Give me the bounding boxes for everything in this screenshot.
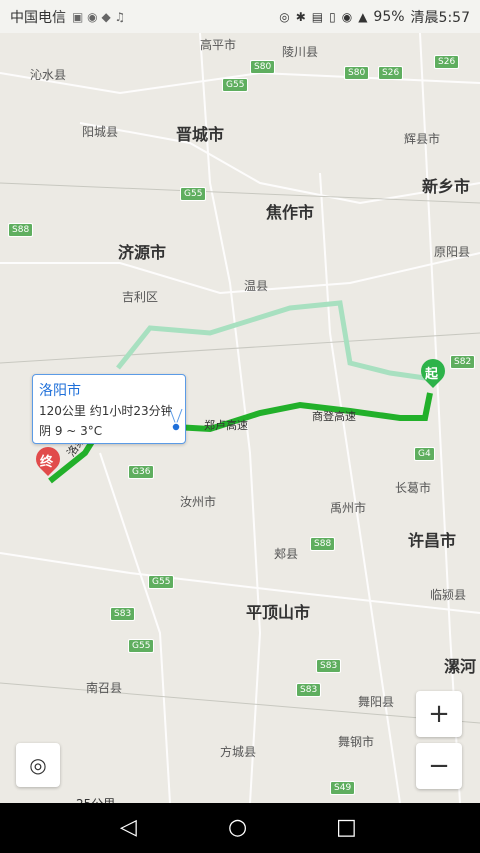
highway-shield: G55 (148, 575, 175, 589)
end-marker-label: 终 (40, 455, 54, 470)
highway-shield: S83 (110, 607, 136, 621)
map-label: 新乡市 (422, 177, 471, 196)
nfc-icon: ▤ (311, 10, 324, 24)
highway-shield: S26 (434, 55, 460, 69)
status-bar: 中国电信 ▣ ◉ ◆ ♫ ◎ ✱ ▤ ▯ ◉ ▲ 95% 清晨5:57 (0, 0, 480, 33)
map-label: 吉利区 (122, 290, 159, 304)
signal-icon: ▲ (358, 10, 368, 24)
map-label: 原阳县 (434, 245, 471, 259)
map-label: 陵川县 (282, 45, 319, 59)
map-label: 晋城市 (176, 125, 225, 144)
time-label: 清晨5:57 (410, 10, 470, 26)
map-label: 高平市 (200, 38, 237, 52)
map-label: 禹州市 (330, 501, 367, 515)
route-info-callout[interactable]: 洛阳市 120公里 约1小时23分钟 阴 9 ~ 3°C (32, 374, 186, 444)
highway-shield: S80 (250, 60, 276, 74)
battery-label: 95% (373, 9, 405, 25)
map-label: 许昌市 (408, 531, 457, 550)
map-label: 舞阳县 (358, 695, 395, 709)
map-canvas[interactable]: 高平市 陵川县 沁水县 阳城县 晋城市 辉县市 新乡市 焦作市 济源市 原阳县 … (0, 33, 480, 813)
start-marker-label: 起 (425, 367, 439, 382)
map-label: 长葛市 (395, 481, 432, 495)
map-label: 舞钢市 (338, 735, 375, 749)
map-label: 汝州市 (180, 495, 217, 509)
highway-shield: S49 (330, 781, 356, 795)
map-label: 辉县市 (404, 132, 441, 146)
highway-shield: S26 (378, 66, 404, 80)
road-label-zhenglu: 郑卢高速 (204, 419, 248, 432)
map-label: 温县 (244, 279, 269, 293)
map-label: 沁水县 (30, 68, 67, 82)
map-label: 郏县 (274, 547, 299, 561)
highway-shield: S83 (296, 683, 322, 697)
map-label: 济源市 (118, 243, 167, 262)
home-icon[interactable]: ○ (228, 815, 247, 840)
status-left: 中国电信 ▣ ◉ ◆ ♫ (10, 7, 125, 27)
map-label: 临颍县 (430, 588, 467, 602)
eye-icon: ◉ (341, 10, 353, 24)
notification-icons: ▣ ◉ ◆ ♫ (72, 10, 126, 24)
highway-shield: S80 (344, 66, 370, 80)
callout-distance: 120公里 约1小时23分钟 (39, 404, 173, 418)
highway-shield: S88 (310, 537, 336, 551)
map-label: 平顶山市 (246, 603, 311, 622)
status-right: ◎ ✱ ▤ ▯ ◉ ▲ 95% 清晨5:57 (279, 7, 470, 27)
highway-shield: S82 (450, 355, 476, 369)
map-label: 漯河 (444, 657, 477, 676)
highway-shield: S88 (8, 223, 34, 237)
back-icon[interactable]: ◁ (120, 815, 137, 840)
map-label: 南召县 (86, 681, 123, 695)
zoom-out-button[interactable]: − (416, 743, 462, 789)
callout-weather: 阴 9 ~ 3°C (39, 424, 103, 438)
alt-route-line[interactable] (116, 300, 426, 381)
bluetooth-icon: ✱ (295, 10, 306, 24)
locate-button[interactable]: ◎ (16, 743, 60, 787)
vibrate-icon: ▯ (329, 10, 336, 24)
highway-shield: G55 (128, 639, 155, 653)
highway-shield: S83 (316, 659, 342, 673)
highway-shield: G4 (414, 447, 435, 461)
zoom-in-button[interactable]: + (416, 691, 462, 737)
callout-title: 洛阳市 (39, 383, 81, 399)
carrier-label: 中国电信 (10, 10, 66, 26)
map-label: 方城县 (220, 745, 257, 759)
locate-icon: ◎ (29, 753, 47, 777)
highway-shield: G55 (222, 78, 249, 92)
map-label: 焦作市 (266, 203, 315, 222)
road-label-shangdeng: 商登高速 (312, 410, 356, 423)
highway-shield: G36 (128, 465, 155, 479)
map-label: 阳城县 (82, 125, 119, 139)
recents-icon[interactable]: □ (336, 815, 357, 840)
nav-bar: ◁ ○ □ (0, 803, 480, 853)
location-icon: ◎ (279, 10, 290, 24)
highway-shield: G55 (180, 187, 207, 201)
